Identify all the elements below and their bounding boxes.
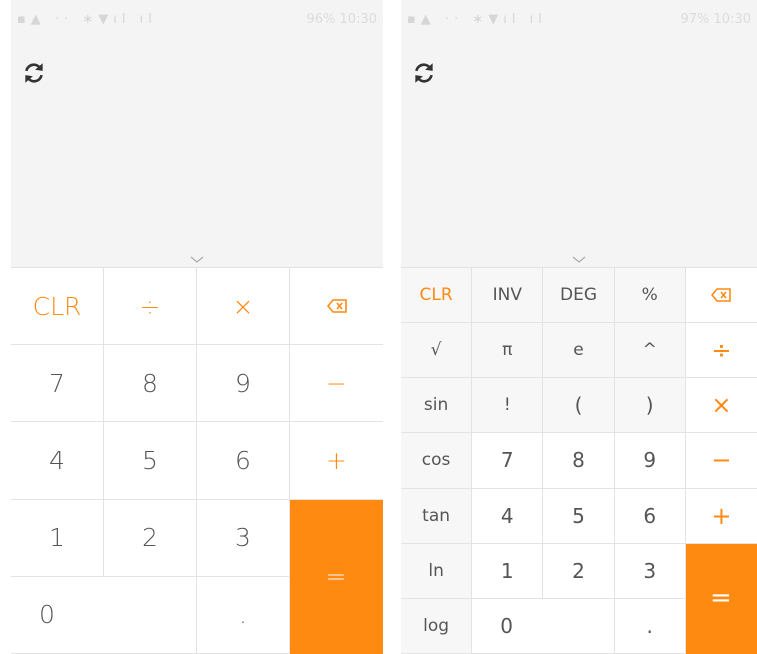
digit-7-button[interactable]: 7: [472, 433, 544, 489]
multiply-button[interactable]: ×: [685, 378, 757, 434]
digit-3-button[interactable]: 3: [614, 543, 686, 599]
digit-0-button[interactable]: 0: [472, 598, 615, 654]
plus-button[interactable]: +: [290, 422, 383, 500]
clear-button[interactable]: CLR: [11, 268, 104, 346]
digit-6-button[interactable]: 6: [197, 422, 290, 500]
inverse-button[interactable]: INV: [472, 268, 544, 324]
sine-button[interactable]: sin: [401, 378, 473, 434]
power-button[interactable]: ^: [614, 323, 686, 379]
digit-4-button[interactable]: 4: [11, 422, 104, 500]
scientific-keypad: CLR INV DEG % √ π e ^ ÷ sin ! ( ) × cos …: [401, 268, 757, 654]
minus-button[interactable]: −: [290, 345, 383, 423]
percent-button[interactable]: %: [614, 268, 686, 324]
tangent-button[interactable]: tan: [401, 488, 473, 544]
digit-5-button[interactable]: 5: [104, 422, 197, 500]
divide-button[interactable]: ÷: [104, 268, 197, 346]
status-icons: ▪▲ ·· ∗▼ıl ıl: [17, 12, 157, 27]
digit-1-button[interactable]: 1: [472, 543, 544, 599]
chevron-down-icon[interactable]: [189, 256, 205, 264]
digit-6-button[interactable]: 6: [614, 488, 686, 544]
natural-log-button[interactable]: ln: [401, 543, 473, 599]
digit-5-button[interactable]: 5: [543, 488, 615, 544]
backspace-button[interactable]: [290, 268, 383, 346]
calculator-display: [401, 40, 757, 268]
status-battery-time: 97% 10:30: [680, 12, 752, 27]
digit-9-button[interactable]: 9: [197, 345, 290, 423]
backspace-icon: [326, 299, 347, 313]
status-battery-time: 96% 10:30: [306, 12, 378, 27]
status-icons: ▪▲ ·· ∗▼ıl ıl: [407, 12, 547, 27]
calculator-display: [11, 40, 383, 268]
decimal-point-button[interactable]: .: [614, 598, 686, 654]
backspace-icon: [711, 288, 732, 302]
status-bar: ▪▲ ·· ∗▼ıl ıl 96% 10:30: [11, 0, 383, 40]
cosine-button[interactable]: cos: [401, 433, 473, 489]
plus-button[interactable]: +: [685, 488, 757, 544]
log-button[interactable]: log: [401, 598, 473, 654]
minus-button[interactable]: −: [685, 433, 757, 489]
digit-8-button[interactable]: 8: [543, 433, 615, 489]
digit-4-button[interactable]: 4: [472, 488, 544, 544]
factorial-button[interactable]: !: [472, 378, 544, 434]
multiply-button[interactable]: ×: [197, 268, 290, 346]
divide-button[interactable]: ÷: [685, 323, 757, 379]
digit-1-button[interactable]: 1: [11, 499, 104, 577]
digit-8-button[interactable]: 8: [104, 345, 197, 423]
digit-2-button[interactable]: 2: [543, 543, 615, 599]
status-bar: ▪▲ ·· ∗▼ıl ıl 97% 10:30: [401, 0, 757, 40]
history-refresh-icon[interactable]: [21, 60, 47, 86]
right-paren-button[interactable]: ): [614, 378, 686, 434]
backspace-button[interactable]: [685, 268, 757, 324]
degree-mode-button[interactable]: DEG: [543, 268, 615, 324]
decimal-point-button[interactable]: .: [197, 576, 290, 654]
chevron-down-icon[interactable]: [571, 256, 587, 264]
clear-button[interactable]: CLR: [401, 268, 473, 324]
history-refresh-icon[interactable]: [411, 60, 437, 86]
digit-9-button[interactable]: 9: [614, 433, 686, 489]
left-paren-button[interactable]: (: [543, 378, 615, 434]
basic-calculator-screen: ▪▲ ·· ∗▼ıl ıl 96% 10:30 CLR ÷ × 7 8 9 − …: [11, 0, 383, 654]
equals-button[interactable]: =: [685, 543, 757, 654]
pi-button[interactable]: π: [472, 323, 544, 379]
digit-2-button[interactable]: 2: [104, 499, 197, 577]
digit-7-button[interactable]: 7: [11, 345, 104, 423]
euler-e-button[interactable]: e: [543, 323, 615, 379]
digit-0-button[interactable]: 0: [11, 576, 197, 654]
equals-button[interactable]: =: [290, 499, 383, 654]
scientific-calculator-screen: ▪▲ ·· ∗▼ıl ıl 97% 10:30 CLR INV DEG % √ …: [401, 0, 757, 654]
square-root-button[interactable]: √: [401, 323, 473, 379]
digit-3-button[interactable]: 3: [197, 499, 290, 577]
basic-keypad: CLR ÷ × 7 8 9 − 4 5 6 + 1 2 3 = 0 .: [11, 268, 383, 654]
